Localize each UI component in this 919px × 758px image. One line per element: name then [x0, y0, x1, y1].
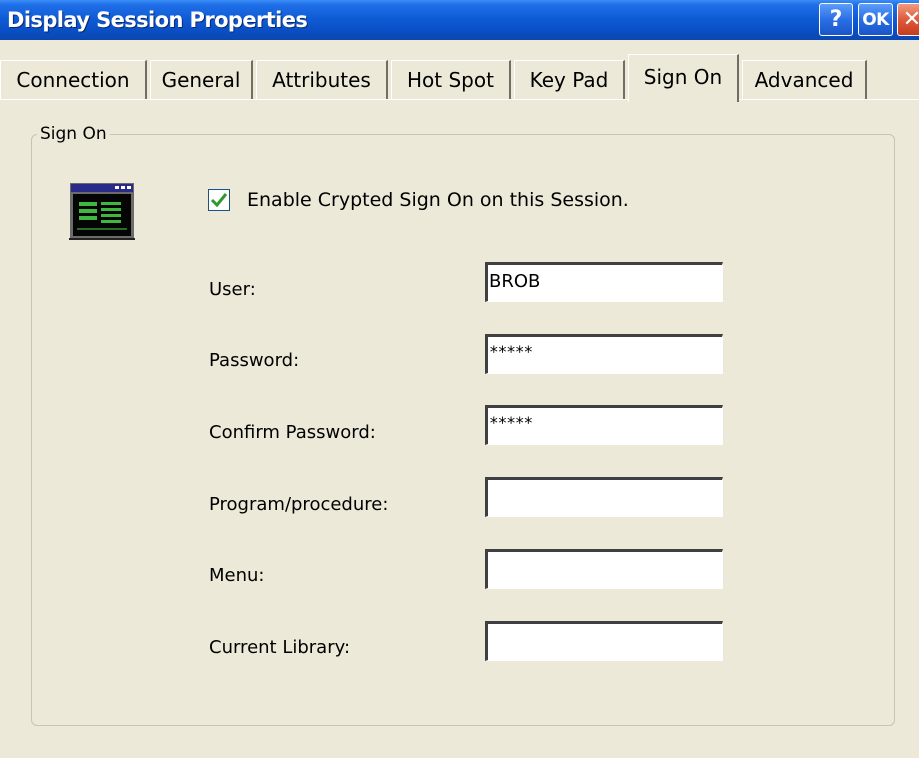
enable-signon-label[interactable]: Enable Crypted Sign On on this Session.: [247, 186, 629, 214]
program-procedure-label: Program/procedure:: [209, 494, 389, 515]
tab-panel-edge: [0, 99, 919, 100]
password-label: Password:: [209, 350, 300, 371]
tab-attributes[interactable]: Attributes: [256, 60, 388, 100]
confirm-password-label: Confirm Password:: [209, 422, 376, 443]
tab-hot-spot[interactable]: Hot Spot: [391, 60, 511, 100]
confirm-password-field[interactable]: *****: [485, 405, 723, 445]
close-icon: ✕: [902, 7, 919, 32]
tab-advanced[interactable]: Advanced: [742, 60, 867, 100]
tab-sign-on[interactable]: Sign On: [628, 54, 739, 102]
tab-key-pad[interactable]: Key Pad: [514, 60, 625, 100]
program-procedure-field[interactable]: [485, 477, 723, 517]
window-title: Display Session Properties: [7, 8, 308, 32]
sign-on-groupbox: [31, 134, 895, 726]
checkmark-icon: [210, 193, 228, 208]
close-button[interactable]: ✕: [897, 3, 919, 36]
current-library-field[interactable]: [485, 621, 723, 661]
groupbox-legend: Sign On: [37, 122, 110, 146]
password-field[interactable]: *****: [485, 334, 723, 374]
menu-field[interactable]: [485, 549, 723, 589]
tab-strip: Connection General Attributes Hot Spot K…: [0, 54, 919, 102]
help-button[interactable]: ?: [819, 3, 853, 36]
terminal-session-icon: [69, 183, 135, 240]
menu-label: Menu:: [209, 565, 265, 586]
user-field[interactable]: BROB: [485, 262, 723, 302]
tab-connection[interactable]: Connection: [0, 60, 147, 100]
enable-signon-checkbox[interactable]: [208, 189, 230, 211]
tab-general[interactable]: General: [150, 60, 253, 100]
title-bar: Display Session Properties ? OK ✕: [0, 0, 919, 40]
ok-button[interactable]: OK: [858, 3, 893, 36]
user-label: User:: [209, 279, 256, 300]
current-library-label: Current Library:: [209, 637, 351, 658]
